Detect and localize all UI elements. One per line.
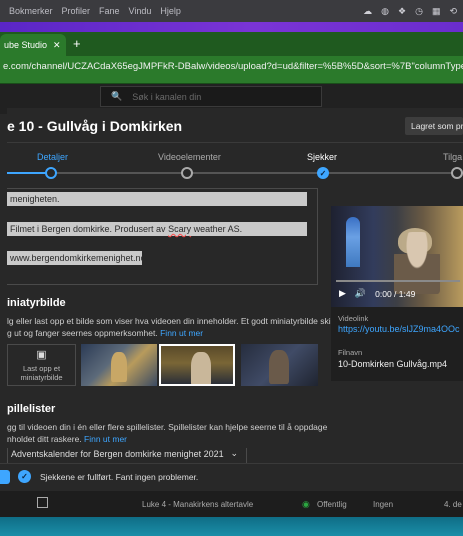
browser-tab-studio[interactable]: ube Studio ✕ [0,34,66,56]
browser-toolbar-strip [0,76,463,84]
video-progress-bar[interactable] [336,280,460,282]
thumbnail-heading: iniatyrbilde [7,297,66,309]
row-checkbox[interactable] [37,497,48,508]
step-video-elements-label[interactable]: Videoelementer [158,152,221,162]
saved-label: Lagret som pri [411,121,463,131]
thumbnail-learn-more-link[interactable]: Finn ut mer [160,328,203,338]
misspelled-word: Scary [168,224,192,234]
step-details-dot[interactable] [45,167,57,179]
search-placeholder: Søk i kanalen din [132,91,202,102]
thumbnail-figure [111,352,127,382]
row-date: 4. de [444,500,462,509]
video-link[interactable]: https://youtu.be/slJZ9ma4OOc [338,324,460,334]
filename-value: 10-Domkirken Gullvåg.mp4 [338,359,448,369]
menu-vindu[interactable]: Vindu [129,6,152,16]
image-add-icon: ▣ [36,349,47,361]
volume-icon[interactable]: 🔊 [355,288,366,299]
playlist-learn-more-link[interactable]: Finn ut mer [84,434,127,444]
step-checks-dot[interactable]: ✓ [317,167,329,179]
dialog-title: e 10 - Gullvåg i Domkirken [7,118,183,134]
address-bar-url: e.com/channel/UCZACdaX65egJMPFkR-DBalw/v… [3,60,463,72]
tab-title: ube Studio [4,40,48,50]
clock-icon[interactable]: ◷ [415,6,423,16]
video-person [394,232,440,294]
step-visibility-dot[interactable] [451,167,463,179]
thumbnail-help-line-1: lg eller last opp et bilde som viser hva… [7,316,342,326]
upload-thumbnail-button[interactable]: ▣ Last opp et miniatyrbilde [7,344,76,386]
playlist-help-text: nholdet ditt raskere. [7,434,82,444]
playlist-help-line-2: nholdet ditt raskere. Finn ut mer [7,433,127,445]
menubar-tray: ☁ ◍ ❖ ◷ ▦ ⟲ [363,6,463,16]
menubar-accent-strip [0,22,463,32]
step-checks-label[interactable]: Sjekker [307,152,337,162]
circle-icon[interactable]: ◍ [381,6,389,16]
browser-tabbar [0,32,463,56]
menu-bokmerker[interactable]: Bokmerker [9,6,53,16]
playlist-heading: pillelister [7,403,56,415]
macos-menubar: Bokmerker Profiler Fane Vindu Hjelp ☁ ◍ … [0,0,463,22]
address-bar[interactable]: e.com/channel/UCZACdaX65egJMPFkR-DBalw/v… [0,56,463,76]
thumbnail-option-1[interactable] [81,344,157,386]
menu-hjelp[interactable]: Hjelp [160,6,181,16]
chevron-down-icon: ⌄ [230,448,238,458]
dropbox-icon[interactable]: ❖ [398,6,406,16]
channel-search-input[interactable]: 🔍 Søk i kanalen din [100,86,322,107]
playlist-select-value: Adventskalender for Bergen domkirke meni… [11,448,224,459]
description-line-1: menigheten. [7,192,307,206]
step-video-elements-dot[interactable] [181,167,193,179]
step-details-label[interactable]: Detaljer [37,152,68,162]
video-link-label: Videolink [338,314,369,323]
video-time: 0:00 / 1:49 [375,288,416,299]
video-controls: ▶ 🔊 0:00 / 1:49 [339,288,415,299]
row-title[interactable]: Luke 4 - Manakirkens altertavle [142,500,253,509]
dock-strip [0,517,463,536]
status-left-tab [0,470,10,484]
upload-thumbnail-label: Last opp et miniatyrbilde [20,364,63,382]
header-divider [7,142,463,143]
description-line-2: Filmet i Bergen domkirke. Produsert av S… [7,222,307,236]
check-circle-icon: ✓ [18,470,31,483]
cloud-icon[interactable]: ☁ [363,6,372,16]
menu-profiler[interactable]: Profiler [62,6,91,16]
stepper-track [7,172,463,174]
filename-label: Filnavn [338,348,363,357]
saved-as-private-button[interactable]: Lagret som pri [405,117,463,135]
row-restrictions: Ingen [373,500,394,509]
playlist-help-line-1: gg til videoen din i én eller flere spil… [7,422,328,432]
row-visibility[interactable]: Offentlig [317,500,347,509]
timer-icon[interactable]: ⟲ [449,6,457,16]
check-icon: ✓ [319,168,327,178]
new-tab-button[interactable]: + [73,36,81,51]
thumbnail-help-line-2: g ut og fanger seernes oppmerksomhet. Fi… [7,327,203,339]
thumbnail-option-2-selected[interactable] [159,344,235,386]
thumbnail-option-3[interactable] [241,344,318,386]
play-icon[interactable]: ▶ [339,288,346,299]
tab-close-icon[interactable]: ✕ [53,40,61,51]
search-icon: 🔍 [111,91,123,101]
thumbnail-figure [191,352,211,384]
description-line-3: www.bergendomkirkemenighet.no [7,251,146,265]
checks-status-text: Sjekkene er fullført. Fant ingen problem… [40,472,199,482]
step-visibility-label[interactable]: Tilga [443,152,462,162]
thumbnail-figure [269,350,289,384]
video-stained-window [346,217,360,267]
eye-icon: ◉ [302,499,310,509]
description-line-2-text: Filmet i Bergen domkirke. Produsert av S… [10,224,243,234]
menu-fane[interactable]: Fane [99,6,120,16]
thumbnail-help-text: g ut og fanger seernes oppmerksomhet. [7,328,158,338]
grid-icon[interactable]: ▦ [432,6,441,16]
